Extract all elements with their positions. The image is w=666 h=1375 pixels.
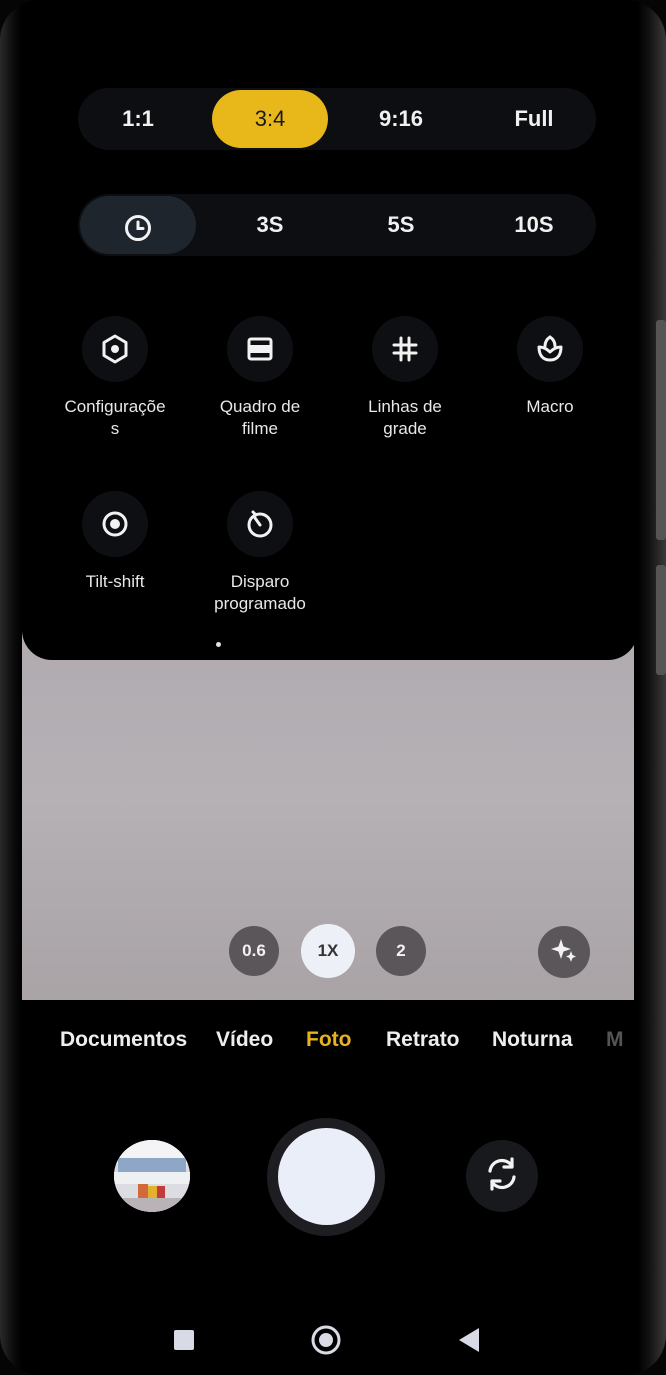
gallery-thumbnail[interactable]	[114, 1140, 190, 1212]
mode-noturna[interactable]: Noturna	[492, 1028, 573, 1052]
film-frame-label-cont: filme	[242, 419, 278, 438]
camera-flip-icon	[482, 1154, 522, 1199]
grid-lines-icon	[372, 316, 438, 382]
aspect-ratio-selector: 1:1 3:4 9:16 Full	[78, 88, 596, 150]
film-frame-icon	[227, 316, 293, 382]
shutter-button[interactable]	[278, 1128, 375, 1225]
sparkle-icon	[550, 936, 578, 969]
macro-label: Macro	[526, 397, 574, 416]
zoom-2-button[interactable]: 2	[376, 926, 426, 976]
nav-home-button[interactable]	[306, 1322, 346, 1362]
film-frame-label: Quadro de	[219, 397, 301, 416]
timer-off-option[interactable]	[80, 196, 196, 254]
aspect-option-9-16[interactable]: 9:16	[340, 88, 462, 150]
tilt-shift-label: Tilt-shift	[85, 572, 145, 591]
settings-label: Configuraçõe	[64, 397, 166, 416]
grid-lines-label: Linhas de	[368, 397, 442, 416]
timer-3s-option[interactable]: 3S	[212, 194, 328, 256]
ai-enhance-button[interactable]	[538, 926, 590, 978]
clock-icon	[123, 214, 153, 242]
timed-shot-tile[interactable]: Disparo programado	[200, 491, 320, 615]
macro-flower-icon	[517, 316, 583, 382]
power-button	[656, 565, 666, 675]
switch-camera-button[interactable]	[466, 1140, 538, 1212]
device-bezel-left	[0, 0, 22, 1375]
zoom-1x-button[interactable]: 1X	[301, 924, 355, 978]
film-frame-tile[interactable]: Quadro de filme	[200, 316, 320, 440]
macro-tile[interactable]: Macro	[490, 316, 610, 418]
aspect-option-3-4[interactable]: 3:4	[212, 90, 328, 148]
mode-foto[interactable]: Foto	[306, 1028, 351, 1052]
timed-shot-icon	[227, 491, 293, 557]
timed-shot-label-cont: programado	[214, 594, 306, 613]
tilt-shift-icon	[82, 491, 148, 557]
grid-lines-tile[interactable]: Linhas de grade	[345, 316, 465, 440]
mode-retrato[interactable]: Retrato	[386, 1028, 460, 1052]
tilt-shift-tile[interactable]: Tilt-shift	[55, 491, 175, 593]
aspect-option-1-1[interactable]: 1:1	[78, 88, 198, 150]
home-circle-icon	[310, 1324, 342, 1361]
square-icon	[173, 1329, 195, 1356]
mode-documentos[interactable]: Documentos	[60, 1028, 187, 1052]
camera-app: 1:1 3:4 9:16 Full 3S 5S 10S Configuraçõe…	[0, 0, 666, 1375]
page-indicator	[216, 642, 221, 647]
camera-settings-panel: 1:1 3:4 9:16 Full 3S 5S 10S Configuraçõe…	[22, 0, 638, 660]
aspect-option-full[interactable]: Full	[474, 88, 594, 150]
camera-mode-carousel: Documentos Vídeo Foto Retrato Noturna M	[0, 1028, 666, 1068]
nav-recents-button[interactable]	[170, 1322, 198, 1362]
timer-10s-option[interactable]: 10S	[474, 194, 594, 256]
timer-5s-option[interactable]: 5S	[340, 194, 462, 256]
device-bezel-right	[638, 0, 666, 1375]
volume-button	[656, 320, 666, 540]
mode-more[interactable]: M	[606, 1028, 624, 1052]
timed-shot-label: Disparo	[230, 572, 290, 591]
settings-tile[interactable]: Configuraçõe s	[55, 316, 175, 440]
nav-back-button[interactable]	[452, 1322, 486, 1362]
settings-label-cont: s	[110, 419, 120, 438]
mode-video[interactable]: Vídeo	[216, 1028, 273, 1052]
zoom-0-6-button[interactable]: 0.6	[229, 926, 279, 976]
timer-selector: 3S 5S 10S	[78, 194, 596, 256]
back-triangle-icon	[456, 1326, 482, 1359]
gear-icon	[82, 316, 148, 382]
grid-lines-label-cont: grade	[383, 419, 427, 438]
